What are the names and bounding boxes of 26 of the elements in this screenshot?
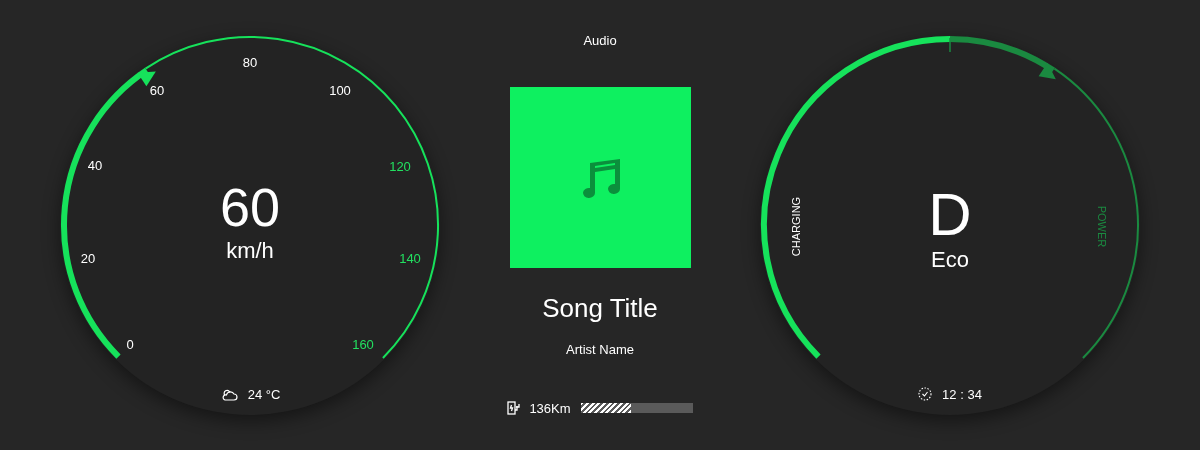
charging-label: CHARGING — [791, 196, 803, 256]
center-tick — [949, 37, 951, 53]
speed-value: 60 — [219, 180, 281, 234]
tick-label: 120 — [389, 159, 411, 173]
speed-unit: km/h — [226, 240, 274, 262]
tick-label: 140 — [399, 251, 421, 265]
power-label: POWER — [1096, 205, 1108, 247]
artist-name: Artist Name — [566, 343, 634, 356]
tick-label: 80 — [242, 55, 258, 69]
song-title: Song Title — [542, 295, 658, 321]
speed-pointer — [137, 71, 156, 87]
tick-label: 0 — [126, 337, 134, 351]
tick-label: 20 — [80, 251, 96, 265]
clock-time: 12 : 34 — [942, 387, 982, 401]
clock-icon — [918, 387, 933, 401]
tick-label: 100 — [329, 83, 351, 97]
tick-label: 60 — [149, 83, 165, 97]
range-text: 136Km — [529, 401, 571, 415]
charger-icon — [507, 401, 522, 415]
temperature-text: 24 °C — [247, 387, 281, 401]
tick-label: 40 — [87, 158, 103, 172]
section-title: Audio — [583, 34, 617, 47]
tick-label: 160 — [352, 337, 374, 351]
drive-mode: Eco — [931, 249, 969, 271]
power-pointer — [1038, 62, 1056, 80]
gear-indicator: D — [928, 185, 972, 245]
